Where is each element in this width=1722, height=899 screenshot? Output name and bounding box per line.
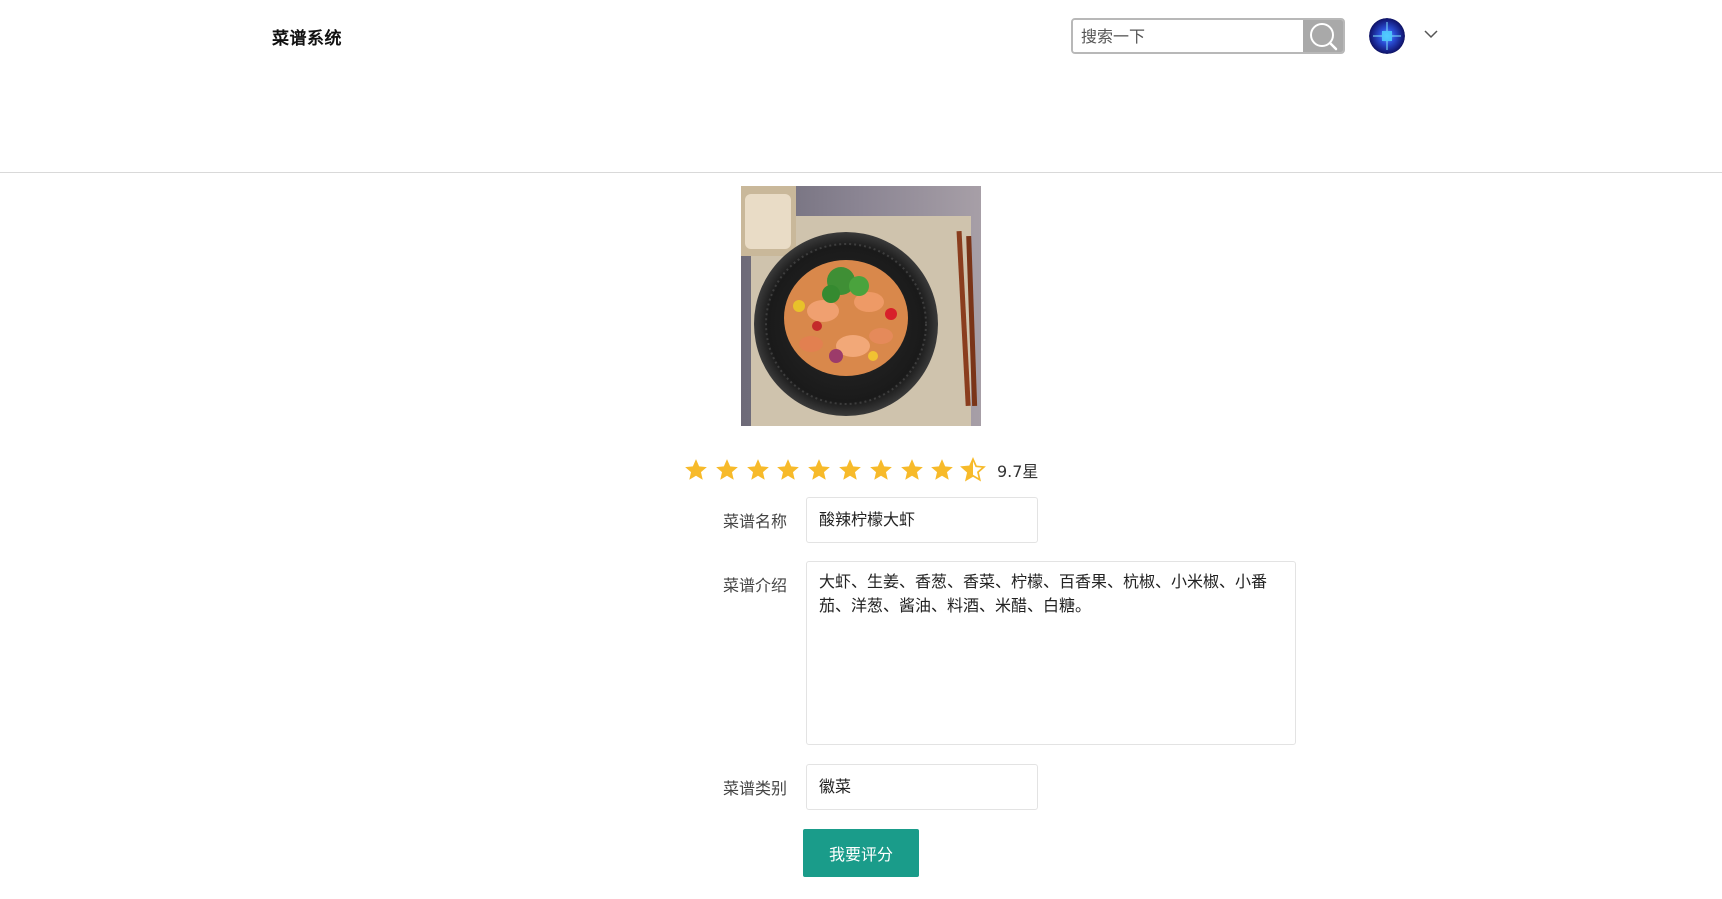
- star-icon[interactable]: [683, 457, 709, 483]
- recipe-category-field[interactable]: 徽菜: [806, 764, 1038, 810]
- star-icon[interactable]: [714, 457, 740, 483]
- star-icon[interactable]: [745, 457, 771, 483]
- recipe-category-label: 菜谱类别: [722, 779, 787, 798]
- star-half-icon[interactable]: [960, 457, 987, 483]
- recipe-intro-label: 菜谱介绍: [722, 576, 787, 595]
- search-input[interactable]: [1073, 20, 1305, 52]
- star-icon[interactable]: [837, 457, 863, 483]
- avatar[interactable]: [1369, 18, 1405, 54]
- recipe-intro-field[interactable]: 大虾、生姜、香葱、香菜、柠檬、百香果、杭椒、小米椒、小番茄、洋葱、酱油、料酒、米…: [806, 561, 1296, 745]
- search-button[interactable]: [1303, 20, 1343, 52]
- app-title[interactable]: 菜谱系统: [272, 24, 342, 49]
- top-header: 菜谱系统: [0, 0, 1722, 173]
- rating-text: 9.7星: [996, 462, 1039, 481]
- rating: 9.7星: [683, 456, 1038, 484]
- recipe-image: [741, 186, 981, 426]
- search-icon: [1310, 23, 1338, 51]
- star-icon[interactable]: [899, 457, 925, 483]
- star-icon[interactable]: [806, 457, 832, 483]
- recipe-name-label: 菜谱名称: [722, 512, 787, 531]
- star-icon[interactable]: [775, 457, 801, 483]
- star-icon[interactable]: [929, 457, 955, 483]
- chevron-down-icon[interactable]: [1423, 26, 1439, 42]
- search-box: [1071, 18, 1345, 54]
- rate-button[interactable]: 我要评分: [803, 829, 919, 877]
- star-icon[interactable]: [868, 457, 894, 483]
- recipe-name-field[interactable]: 酸辣柠檬大虾: [806, 497, 1038, 543]
